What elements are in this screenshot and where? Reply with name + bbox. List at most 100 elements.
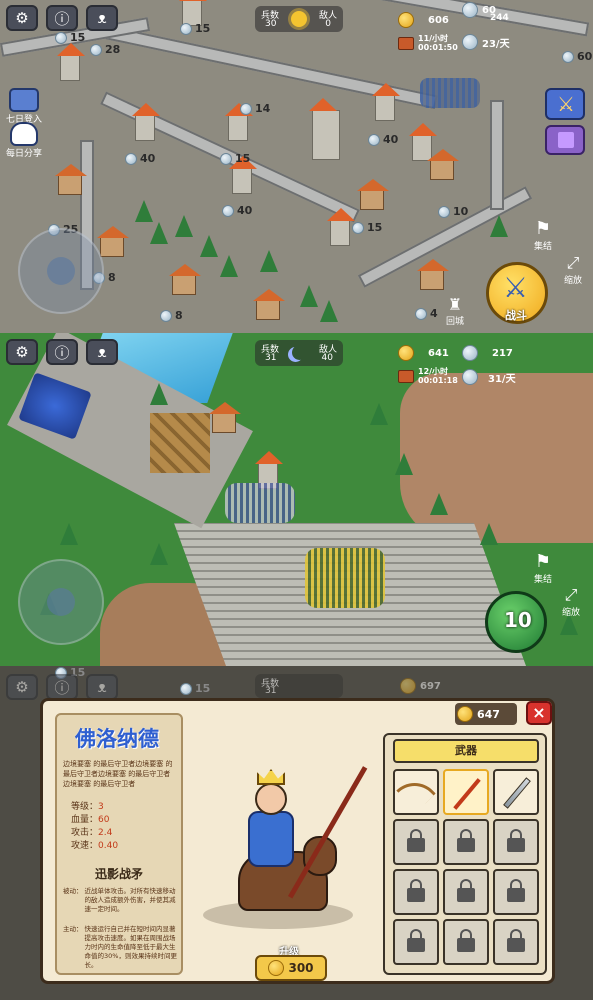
passive-skill: 被动： 近战单体攻击。对所有快速移动的敌人造成额外伤害，并使其减速一定时间。: [63, 887, 176, 913]
settings-button[interactable]: ⚙: [6, 339, 38, 365]
hero-stats: 等级：3 血量：60 攻击：2.4 攻速：0.40: [71, 801, 118, 853]
hero-head: [255, 783, 287, 815]
troop-count-bubble: 4: [415, 307, 438, 320]
village-house: [253, 289, 285, 320]
gem-income: 31/天: [462, 369, 516, 385]
weapon-slot-spear[interactable]: [443, 769, 489, 815]
castle-icon: ♜: [447, 295, 463, 314]
tree: [60, 523, 78, 545]
bow-icon: [396, 772, 436, 812]
gem-icon: [462, 345, 478, 361]
troop-count-bubble: 8: [160, 309, 183, 322]
zoom-button[interactable]: ⤢ 缩放: [558, 253, 588, 286]
village-house: [417, 259, 449, 290]
tree: [480, 523, 498, 545]
cat-icon: ᴥ: [97, 343, 107, 361]
gem-total: 244: [490, 13, 509, 23]
settings-button[interactable]: ⚙: [6, 5, 38, 31]
book-button[interactable]: [545, 125, 585, 155]
troop-count-bubble: 15: [352, 221, 382, 234]
gem-icon: [438, 205, 450, 218]
gem-icon: [415, 307, 427, 320]
daily-share-button[interactable]: 每日分享: [6, 122, 42, 159]
stat-row: 攻击：2.4: [71, 828, 113, 838]
active-skill: 主动： 快速运行自己并在短时间内显著提高攻击速度。如果在周围战场力时内的生命值降…: [63, 925, 177, 969]
crossed-swords-icon: ⚔: [503, 271, 529, 304]
lock-icon: [407, 829, 425, 852]
gear-icon: ⚙: [15, 678, 29, 696]
sword-icon: ⚔: [557, 92, 575, 116]
battle-status-hud: 兵数 31: [255, 674, 343, 698]
battle-status-hud: 兵数 30 敌人 0: [255, 6, 343, 32]
cat-icon: ᴥ: [97, 678, 107, 696]
chest-icon: [398, 369, 414, 383]
troop-count-bubble: 15: [55, 31, 85, 44]
sword-skill-button[interactable]: ⚔: [545, 88, 585, 120]
locked-slot[interactable]: [393, 869, 439, 915]
castle-tower: [372, 83, 400, 121]
troop-count-bubble: 40: [368, 133, 398, 146]
village-house: [55, 164, 87, 195]
spear-icon: [453, 778, 481, 810]
locked-slot[interactable]: [443, 919, 489, 965]
troop-count-bubble: 15: [180, 22, 210, 35]
troop-count-bubble: 40: [222, 204, 252, 217]
moon-icon: [292, 345, 307, 360]
tree: [260, 250, 278, 272]
gather-button[interactable]: ⚑ 集结: [525, 551, 561, 585]
locked-slot[interactable]: [443, 869, 489, 915]
seven-day-login-button[interactable]: 七日登入: [6, 88, 42, 125]
weapon-slot-sword[interactable]: [493, 769, 539, 815]
troop-group: [420, 78, 480, 108]
castle-wall: [330, 0, 590, 37]
castle-tower: [229, 156, 257, 194]
gem-icon: [55, 31, 67, 44]
cat-button[interactable]: ᴥ: [86, 5, 118, 31]
gear-icon: ⚙: [15, 343, 29, 361]
gem-icon: [240, 102, 252, 115]
cat-icon: ᴥ: [97, 9, 107, 27]
hero-info-card: 佛洛纳德 边境要塞 的最后守卫者边境要塞 的最后守卫者边境要塞 的最后守卫者边境…: [55, 713, 183, 975]
tree: [175, 215, 193, 237]
gem-icon: [180, 22, 192, 35]
upgrade-button[interactable]: 300: [255, 955, 327, 981]
tab-weapons[interactable]: 武器: [393, 739, 539, 763]
locked-slot[interactable]: [493, 919, 539, 965]
tree: [430, 493, 448, 515]
info-button[interactable]: ⓘ: [46, 5, 78, 31]
info-icon: ⓘ: [54, 678, 70, 697]
sun-icon: [291, 11, 307, 27]
cat-button[interactable]: ᴥ: [86, 339, 118, 365]
locked-slot[interactable]: [443, 819, 489, 865]
locked-slot[interactable]: [393, 919, 439, 965]
movement-joystick[interactable]: [18, 559, 104, 645]
crown-icon: [257, 769, 285, 785]
gem-icon: [462, 369, 478, 385]
farm-house: [209, 402, 241, 433]
tree: [300, 285, 318, 307]
movement-joystick[interactable]: [18, 228, 104, 314]
zoom-button[interactable]: ⤢ 缩放: [556, 585, 586, 618]
locked-slot[interactable]: [393, 819, 439, 865]
troop-count-bubble: 14: [240, 102, 270, 115]
return-home-button[interactable]: ♜ 回城: [440, 295, 470, 327]
locked-slot[interactable]: [493, 869, 539, 915]
castle-tower: [327, 208, 355, 246]
tree: [490, 215, 508, 237]
army-count-button[interactable]: 10: [485, 591, 547, 653]
gold-coin-icon: [400, 678, 416, 694]
locked-slot[interactable]: [493, 819, 539, 865]
info-button[interactable]: ⓘ: [46, 339, 78, 365]
battlefield-panel: ⚙ ⓘ ᴥ 兵数 31 敌人 40 641 217 12/小时 00:01:18 …: [0, 333, 593, 666]
info-icon: ⓘ: [54, 9, 70, 28]
weapon-slot-bow[interactable]: [393, 769, 439, 815]
stat-row: 攻速：0.40: [71, 841, 119, 851]
lock-icon: [507, 879, 525, 902]
close-button[interactable]: ×: [526, 701, 552, 725]
skill-name: 迅影战矛: [94, 867, 143, 881]
fight-button[interactable]: ⚔ 战斗: [486, 262, 548, 324]
lock-icon: [457, 829, 475, 852]
gather-button[interactable]: ⚑ 集结: [525, 218, 561, 252]
gem-icon: [125, 152, 137, 165]
hero-description: 边境要塞 的最后守卫者边境要塞 的最后守卫者边境要塞 的最后守卫者边境要塞 的最…: [63, 760, 173, 788]
